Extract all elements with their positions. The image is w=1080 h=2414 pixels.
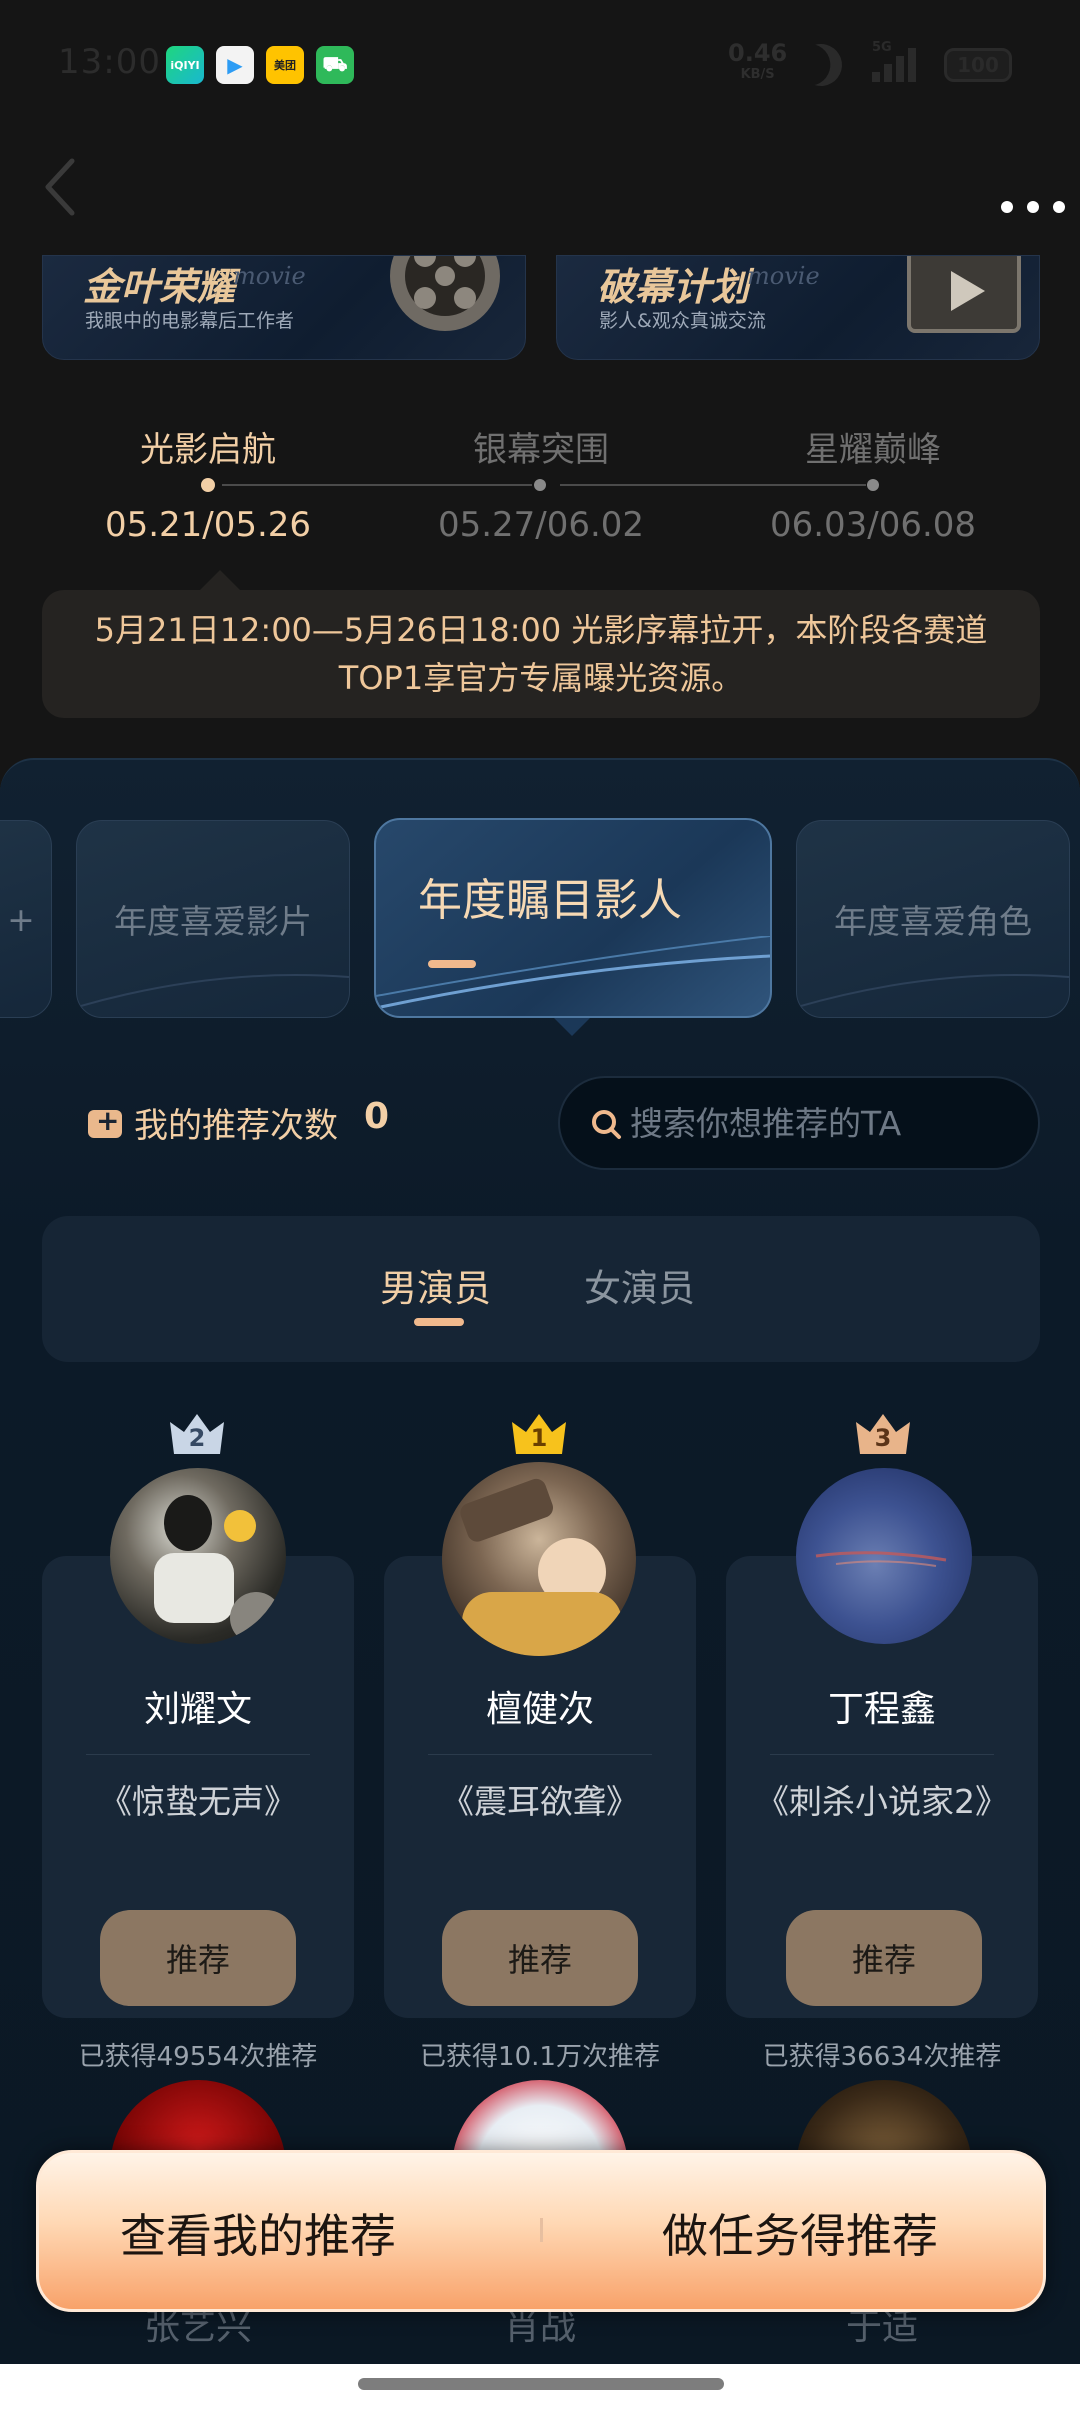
recommend-button[interactable]: 推荐 <box>786 1910 982 2006</box>
notice-line-1: 5月21日12:00—5月26日18:00 光影序幕拉开，本阶段各赛道 <box>94 611 988 649</box>
stage-3-dot <box>867 479 879 491</box>
stage-1-name[interactable]: 光影启航 <box>78 422 338 471</box>
banner-subtitle: 我眼中的电影幕后工作者 <box>85 310 295 332</box>
meituan-icon: 美团 <box>266 46 304 84</box>
gender-active-indicator <box>414 1318 464 1326</box>
stage-2-dot <box>534 479 546 491</box>
category-pointer <box>554 1018 590 1036</box>
stage-notice: 5月21日12:00—5月26日18:00 光影序幕拉开，本阶段各赛道 TOP1… <box>42 590 1040 718</box>
banner-golden-leaf[interactable]: 金叶荣耀 movie 我眼中的电影幕后工作者 <box>42 255 526 360</box>
rank-number: 3 <box>874 1424 892 1452</box>
battery-icon: 100 <box>944 48 1012 82</box>
recommend-count-label: 我的推荐次数 <box>134 1106 338 1146</box>
view-my-recommendations-button[interactable]: 查看我的推荐 <box>120 2200 396 2266</box>
play-screen-icon <box>907 256 1021 333</box>
avatar[interactable] <box>442 1462 636 1656</box>
movie-name: 《刺杀小说家2》 <box>756 1782 1008 1821</box>
category-tab-favorite-film[interactable]: 年度喜爱影片 <box>76 820 350 1018</box>
tab-male-actors[interactable]: 男演员 <box>380 1258 491 1312</box>
home-indicator[interactable] <box>358 2378 724 2390</box>
more-options-button[interactable] <box>1000 178 1066 224</box>
tencent-video-icon: ▶ <box>216 46 254 84</box>
avatar[interactable] <box>796 1468 972 1644</box>
movie-name: 《惊蛰无声》 <box>99 1782 297 1821</box>
chevron-left-icon <box>45 158 75 216</box>
tab-female-actors[interactable]: 女演员 <box>584 1258 695 1312</box>
actor-name: 丁程鑫 <box>827 1689 936 1730</box>
divider <box>770 1754 994 1755</box>
vote-count: 已获得10.1万次推荐 <box>420 2042 660 2072</box>
search-icon <box>592 1110 621 1139</box>
timeline-line <box>560 484 866 486</box>
movie-name: 《震耳欲聋》 <box>441 1782 639 1821</box>
actor-name: 刘耀文 <box>143 1689 252 1730</box>
rank-number: 2 <box>188 1424 206 1452</box>
recommend-button[interactable]: 推荐 <box>442 1910 638 2006</box>
category-tab-partial[interactable]: + <box>0 820 52 1018</box>
banner-tag: movie <box>747 262 820 290</box>
vote-count: 已获得49554次推荐 <box>78 2042 318 2072</box>
banner-title: 破幕计划 <box>597 265 750 309</box>
rank-number: 1 <box>530 1424 548 1452</box>
more-dots-icon <box>1001 201 1065 213</box>
iqiyi-icon: iQIYI <box>166 46 204 84</box>
net-speed: 0.46 KB/S <box>728 39 788 82</box>
search-input[interactable] <box>630 1098 1010 1148</box>
divider <box>428 1754 652 1755</box>
stage-2-dates: 05.27/06.02 <box>437 505 645 545</box>
back-button[interactable] <box>38 155 88 219</box>
status-time: 13:00 <box>58 42 161 82</box>
ticket-plus-icon <box>88 1104 122 1138</box>
avatar[interactable] <box>110 1468 286 1644</box>
film-reel-icon <box>390 256 500 331</box>
timeline-line <box>222 484 532 486</box>
banner-subtitle: 影人&观众真诚交流 <box>599 310 766 332</box>
category-active-indicator <box>428 960 476 968</box>
recommend-count-value: 0 <box>364 1096 390 1137</box>
actor-name: 檀健次 <box>485 1689 594 1730</box>
banner-break-curtain[interactable]: 破幕计划 movie 影人&观众真诚交流 <box>556 255 1040 360</box>
vote-count: 已获得36634次推荐 <box>762 2042 1002 2072</box>
do-tasks-button[interactable]: 做任务得推荐 <box>662 2200 938 2266</box>
banner-title: 金叶荣耀 <box>83 265 236 309</box>
stage-3-dates: 06.03/06.08 <box>769 505 977 545</box>
stage-3-name[interactable]: 星耀巅峰 <box>743 422 1003 471</box>
stage-1-dates: 05.21/05.26 <box>104 505 312 545</box>
stage-1-dot <box>201 478 215 492</box>
banner-tag: movie <box>233 262 306 290</box>
notice-line-2: TOP1享官方专属曝光资源。 <box>338 659 744 697</box>
divider <box>86 1754 310 1755</box>
notice-pointer <box>198 570 242 592</box>
bottom-separator <box>540 2218 543 2242</box>
category-tab-favorite-role[interactable]: 年度喜爱角色 <box>796 820 1070 1018</box>
recommend-button[interactable]: 推荐 <box>100 1910 296 2006</box>
shopping-bag-icon: ⛟ <box>316 46 354 84</box>
category-tab-notable-person[interactable]: 年度瞩目影人 <box>374 818 772 1018</box>
signal-icon <box>872 44 926 82</box>
stage-2-name[interactable]: 银幕突围 <box>411 422 671 471</box>
gender-tabs <box>42 1216 1040 1362</box>
